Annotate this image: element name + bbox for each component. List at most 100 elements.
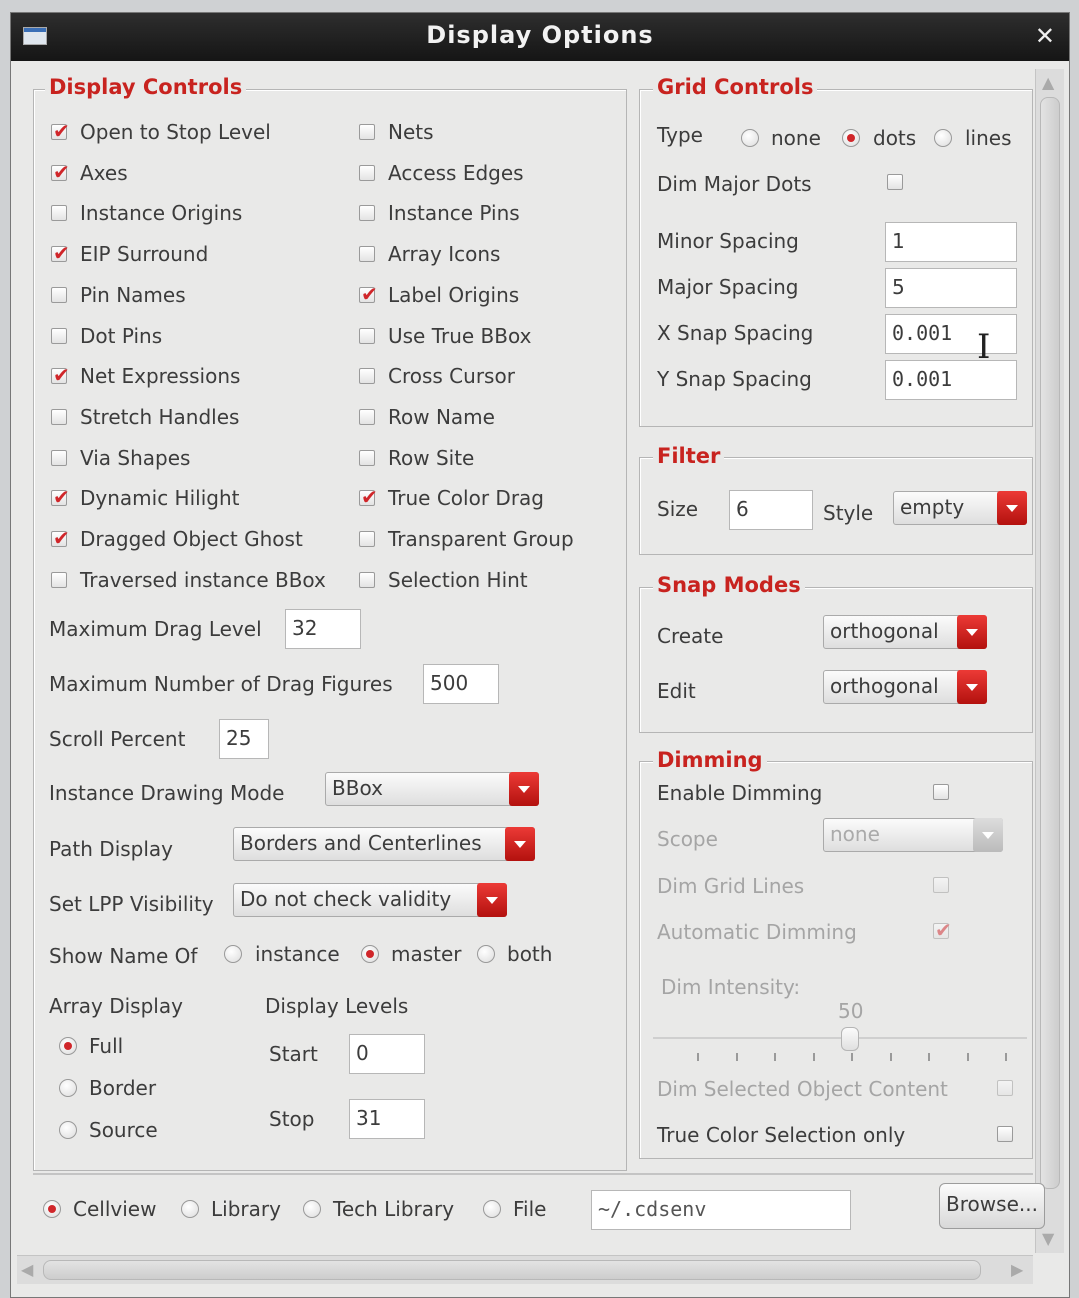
enable-dimming-label: Enable Dimming (657, 781, 823, 805)
dim-grid-lines-checkbox[interactable] (933, 877, 949, 893)
scroll-percent-input[interactable]: 25 (219, 719, 269, 759)
option-checkbox[interactable] (51, 363, 70, 387)
set-lpp-visibility-select[interactable]: Do not check validity (233, 883, 507, 917)
snap-create-label: Create (657, 624, 724, 648)
option-checkbox[interactable] (51, 160, 70, 184)
option-label: Cross Cursor (388, 364, 515, 389)
close-icon[interactable]: ✕ (1035, 22, 1055, 50)
option-checkbox[interactable] (359, 205, 375, 222)
dim-selected-label: Dim Selected Object Content (657, 1077, 948, 1101)
display-options-dialog: Display Options ✕ Display Controls Open … (10, 12, 1070, 1298)
option-label: Access Edges (388, 160, 524, 185)
option-checkbox[interactable] (359, 571, 375, 588)
slider-tick (1005, 1053, 1007, 1061)
filter-size-input[interactable]: 6 (729, 490, 813, 530)
option-checkbox[interactable] (359, 327, 375, 344)
browse-button[interactable]: Browse... (939, 1183, 1045, 1229)
max-drag-figures-input[interactable]: 500 (423, 664, 499, 704)
scroll-left-icon[interactable]: ◀ (21, 1260, 33, 1279)
chevron-down-icon (477, 883, 507, 917)
horizontal-scroll-thumb[interactable] (43, 1260, 981, 1280)
y-snap-spacing-input[interactable]: 0.001 (885, 360, 1017, 400)
option-checkbox[interactable] (51, 571, 67, 588)
grid-type-lines-radio[interactable] (934, 129, 952, 147)
scroll-down-icon[interactable]: ▼ (1042, 1229, 1054, 1248)
chevron-down-icon (957, 670, 987, 704)
grid-type-dots-radio[interactable] (842, 129, 860, 147)
true-color-selection-checkbox[interactable] (997, 1126, 1013, 1142)
filter-style-select[interactable]: empty (893, 491, 1027, 525)
dim-scope-select[interactable]: none (823, 818, 1003, 852)
minor-spacing-input[interactable]: 1 (885, 222, 1017, 262)
grid-type-dots-label: dots (873, 126, 917, 150)
snap-edit-select[interactable]: orthogonal (823, 670, 987, 704)
option-checkbox[interactable] (51, 327, 67, 344)
title-bar[interactable]: Display Options ✕ (11, 13, 1069, 61)
chevron-down-icon (973, 818, 1003, 852)
option-label: Label Origins (388, 282, 520, 307)
major-spacing-input[interactable]: 5 (885, 268, 1017, 308)
automatic-dimming-checkbox[interactable] (933, 918, 952, 942)
option-label: Dot Pins (80, 323, 163, 348)
save-file-radio[interactable] (483, 1200, 501, 1218)
slider-tick (966, 1053, 969, 1061)
option-checkbox[interactable] (51, 485, 70, 509)
path-display-label: Path Display (49, 837, 174, 861)
option-label: Traversed instance BBox (80, 567, 326, 592)
enable-dimming-checkbox[interactable] (933, 784, 949, 800)
option-label: Net Expressions (80, 364, 241, 389)
option-checkbox[interactable] (359, 368, 375, 385)
option-label: Selection Hint (388, 567, 528, 592)
array-display-source-radio[interactable] (59, 1121, 77, 1139)
option-checkbox[interactable] (51, 241, 70, 265)
file-path-input[interactable]: ~/.cdsenv (591, 1190, 851, 1230)
option-checkbox[interactable] (51, 526, 70, 550)
vertical-scroll-thumb[interactable] (1040, 97, 1060, 1189)
option-checkbox[interactable] (51, 205, 67, 222)
show-name-both-radio[interactable] (477, 945, 495, 963)
x-snap-spacing-input[interactable]: 0.001 (885, 314, 1017, 354)
horizontal-scrollbar[interactable]: ◀ ▶ (17, 1255, 1033, 1284)
option-checkbox[interactable] (359, 408, 375, 425)
save-cellview-label: Cellview (73, 1197, 157, 1221)
show-name-master-radio[interactable] (361, 945, 379, 963)
option-label: Axes (80, 160, 128, 185)
chevron-down-icon (505, 827, 535, 861)
save-library-radio[interactable] (181, 1200, 199, 1218)
dim-major-dots-checkbox[interactable] (887, 174, 903, 190)
filter-style-label: Style (823, 501, 874, 525)
option-label: Stretch Handles (80, 404, 240, 429)
snap-modes-panel (639, 587, 1033, 733)
option-checkbox[interactable] (359, 282, 378, 306)
option-checkbox[interactable] (359, 449, 375, 466)
show-name-instance-radio[interactable] (224, 945, 242, 963)
option-checkbox[interactable] (51, 449, 67, 466)
array-display-full-radio[interactable] (59, 1037, 77, 1055)
save-cellview-radio[interactable] (43, 1200, 61, 1218)
snap-create-select[interactable]: orthogonal (823, 615, 987, 649)
path-display-select[interactable]: Borders and Centerlines (233, 827, 535, 861)
option-checkbox[interactable] (359, 531, 375, 547)
y-snap-spacing-label: Y Snap Spacing (657, 367, 812, 391)
instance-drawing-mode-label: Instance Drawing Mode (49, 781, 285, 805)
option-checkbox[interactable] (51, 119, 70, 143)
option-checkbox[interactable] (359, 124, 375, 140)
max-drag-figures-label: Maximum Number of Drag Figures (49, 672, 393, 696)
option-checkbox[interactable] (359, 485, 378, 509)
option-checkbox[interactable] (51, 408, 67, 425)
option-checkbox[interactable] (51, 286, 67, 303)
instance-drawing-mode-select[interactable]: BBox (325, 772, 539, 806)
max-drag-level-input[interactable]: 32 (285, 609, 361, 649)
option-checkbox[interactable] (359, 246, 375, 263)
save-tech-library-radio[interactable] (303, 1200, 321, 1218)
dim-intensity-slider[interactable] (841, 1027, 859, 1051)
grid-type-none-radio[interactable] (741, 129, 759, 147)
dim-selected-checkbox[interactable] (997, 1080, 1013, 1096)
scroll-right-icon[interactable]: ▶ (1011, 1260, 1023, 1279)
display-levels-start-input[interactable]: 0 (349, 1034, 425, 1074)
vertical-scrollbar[interactable]: ▲ ▼ (1035, 69, 1064, 1253)
display-levels-stop-input[interactable]: 31 (349, 1099, 425, 1139)
option-checkbox[interactable] (359, 164, 375, 181)
array-display-border-radio[interactable] (59, 1079, 77, 1097)
scroll-up-icon[interactable]: ▲ (1042, 73, 1054, 92)
